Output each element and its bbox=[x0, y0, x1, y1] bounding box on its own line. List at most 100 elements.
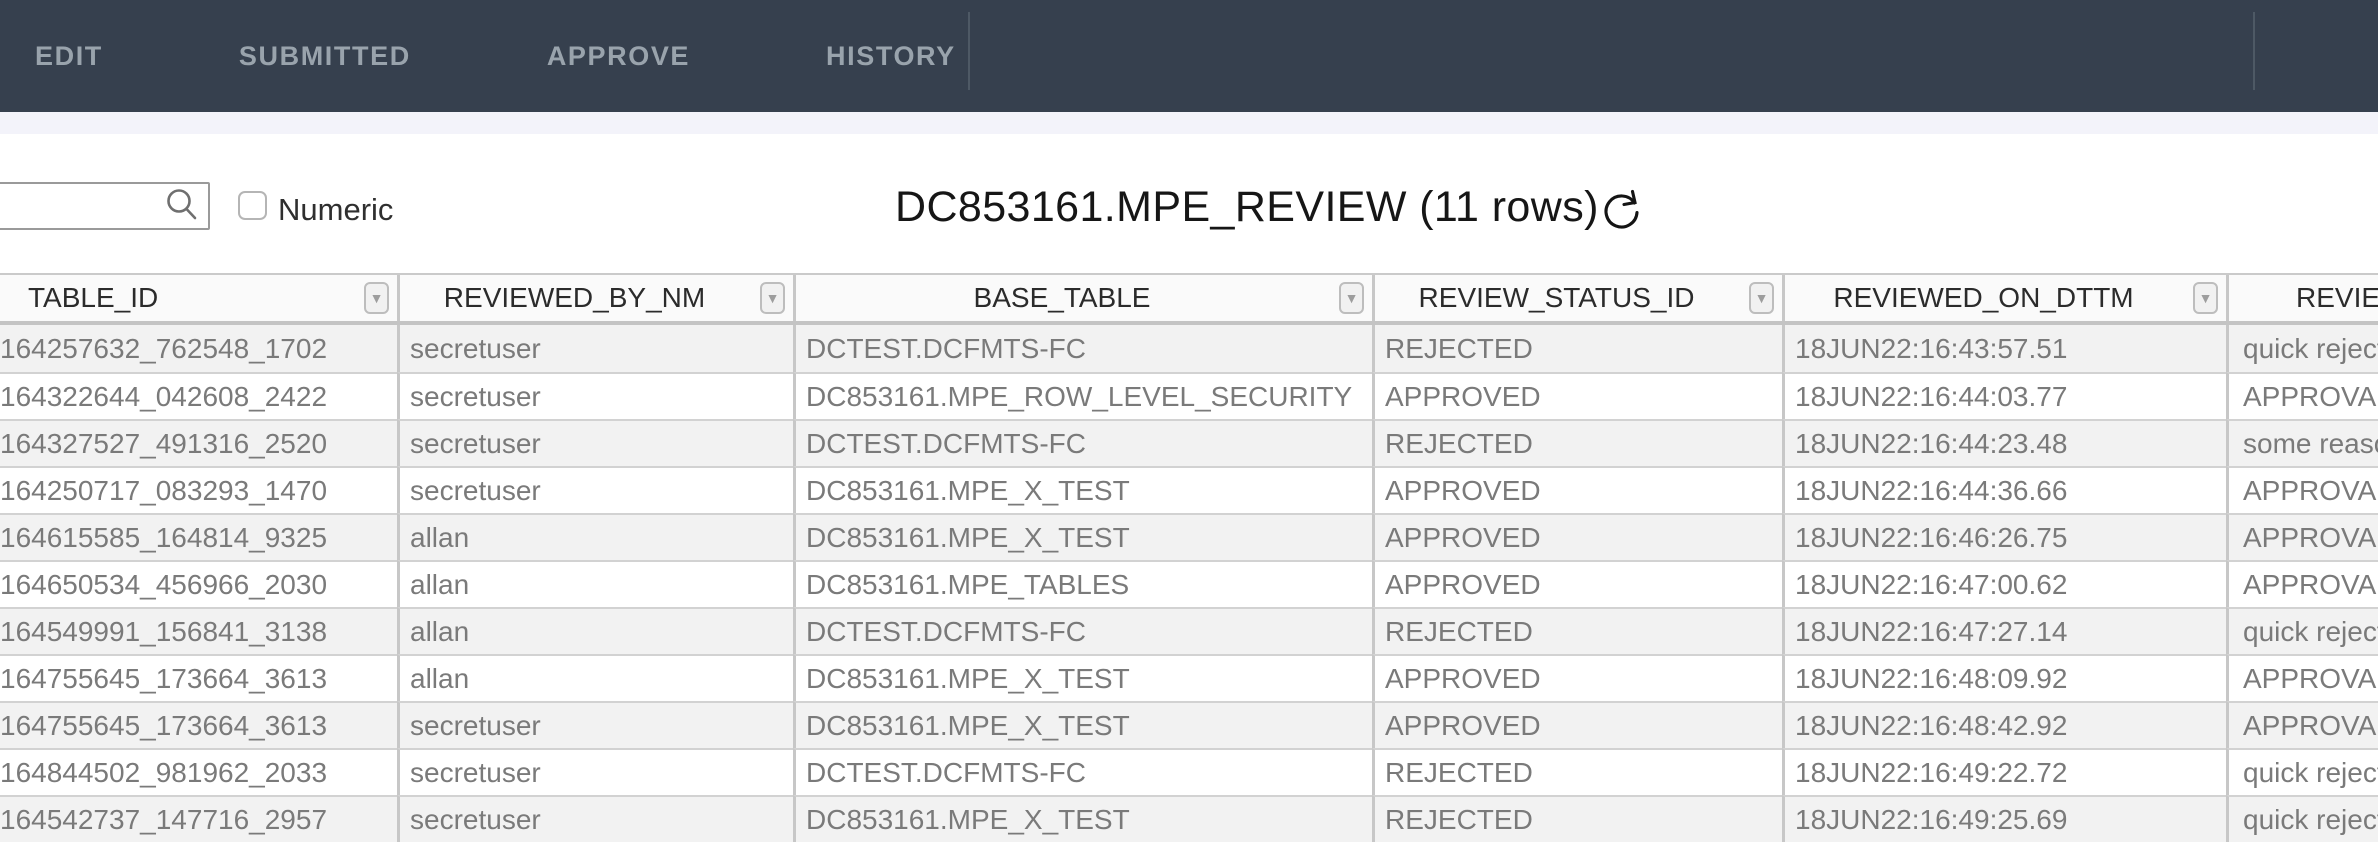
table-cell: APPROVAL bbox=[2226, 466, 2378, 513]
column-filter-button[interactable]: ▼ bbox=[364, 282, 389, 314]
column-filter-button[interactable]: ▼ bbox=[2193, 282, 2218, 314]
table-cell: secretuser bbox=[397, 748, 793, 795]
table-cell: 164327527_491316_2520 bbox=[0, 419, 397, 466]
table-row[interactable]: 164844502_981962_2033secretuserDCTEST.DC… bbox=[0, 748, 2378, 795]
table-cell: 164549991_156841_3138 bbox=[0, 607, 397, 654]
caret-down-icon: ▼ bbox=[1345, 291, 1359, 305]
grid-header-row: TABLE_ID ▼ REVIEWED_BY_NM ▼ BASE_TABLE ▼… bbox=[0, 273, 2378, 325]
table-cell: secretuser bbox=[397, 325, 793, 372]
grid-body: 164257632_762548_1702secretuserDCTEST.DC… bbox=[0, 325, 2378, 842]
table-cell: 164250717_083293_1470 bbox=[0, 466, 397, 513]
table-row[interactable]: 164542737_147716_2957secretuserDC853161.… bbox=[0, 795, 2378, 842]
table-cell: 164844502_981962_2033 bbox=[0, 748, 397, 795]
table-cell: 164615585_164814_9325 bbox=[0, 513, 397, 560]
table-cell: secretuser bbox=[397, 372, 793, 419]
table-cell: 164542737_147716_2957 bbox=[0, 795, 397, 842]
top-navbar: EDITSUBMITTEDAPPROVEHISTORY bbox=[0, 0, 2378, 112]
column-header[interactable]: REVIEWED_BY_NM ▼ bbox=[397, 275, 793, 321]
nav-tabs: EDITSUBMITTEDAPPROVEHISTORY bbox=[0, 0, 2378, 112]
column-header-label: TABLE_ID bbox=[28, 282, 158, 314]
table-cell: DC853161.MPE_X_TEST bbox=[793, 795, 1372, 842]
table-cell: DC853161.MPE_X_TEST bbox=[793, 513, 1372, 560]
table-cell: APPROVED bbox=[1372, 701, 1782, 748]
table-cell: 18JUN22:16:44:36.66 bbox=[1782, 466, 2226, 513]
table-cell: some reason bbox=[2226, 419, 2378, 466]
table-cell: 18JUN22:16:49:22.72 bbox=[1782, 748, 2226, 795]
table-cell: REJECTED bbox=[1372, 325, 1782, 372]
navbar-shadow-strip bbox=[0, 112, 2378, 134]
table-cell: DCTEST.DCFMTS-FC bbox=[793, 748, 1372, 795]
table-cell: REJECTED bbox=[1372, 795, 1782, 842]
table-cell: DC853161.MPE_TABLES bbox=[793, 560, 1372, 607]
table-row[interactable]: 164650534_456966_2030allanDC853161.MPE_T… bbox=[0, 560, 2378, 607]
column-filter-button[interactable]: ▼ bbox=[760, 282, 785, 314]
table-cell: APPROVED bbox=[1372, 372, 1782, 419]
table-row[interactable]: 164322644_042608_2422secretuserDC853161.… bbox=[0, 372, 2378, 419]
column-header[interactable]: BASE_TABLE ▼ bbox=[793, 275, 1372, 321]
nav-divider bbox=[2253, 12, 2255, 90]
table-cell: REJECTED bbox=[1372, 748, 1782, 795]
table-cell: APPROVED bbox=[1372, 466, 1782, 513]
table-cell: allan bbox=[397, 607, 793, 654]
table-cell: APPROVAL bbox=[2226, 654, 2378, 701]
table-row[interactable]: 164755645_173664_3613allanDC853161.MPE_X… bbox=[0, 654, 2378, 701]
table-cell: 18JUN22:16:44:23.48 bbox=[1782, 419, 2226, 466]
table-row[interactable]: 164755645_173664_3613secretuserDC853161.… bbox=[0, 701, 2378, 748]
table-cell: secretuser bbox=[397, 701, 793, 748]
table-cell: DC853161.MPE_X_TEST bbox=[793, 701, 1372, 748]
numeric-label[interactable]: Numeric bbox=[278, 192, 393, 228]
search-input[interactable] bbox=[0, 182, 210, 230]
column-header[interactable]: REVIEW_STATUS_ID ▼ bbox=[1372, 275, 1782, 321]
column-header-label: REVIEWED_ON_DTTM bbox=[1833, 282, 2133, 314]
table-cell: DCTEST.DCFMTS-FC bbox=[793, 419, 1372, 466]
column-header-label: REVIEW bbox=[2296, 282, 2378, 314]
data-grid: TABLE_ID ▼ REVIEWED_BY_NM ▼ BASE_TABLE ▼… bbox=[0, 273, 2378, 842]
table-cell: 18JUN22:16:47:00.62 bbox=[1782, 560, 2226, 607]
refresh-icon bbox=[1598, 186, 1644, 234]
table-cell: 164650534_456966_2030 bbox=[0, 560, 397, 607]
table-cell: secretuser bbox=[397, 419, 793, 466]
nav-tab[interactable]: SUBMITTED bbox=[171, 41, 479, 72]
numeric-checkbox[interactable] bbox=[238, 191, 267, 220]
table-row[interactable]: 164257632_762548_1702secretuserDCTEST.DC… bbox=[0, 325, 2378, 372]
table-row[interactable]: 164615585_164814_9325allanDC853161.MPE_X… bbox=[0, 513, 2378, 560]
table-cell: quick reject bbox=[2226, 795, 2378, 842]
nav-tab[interactable]: EDIT bbox=[0, 41, 171, 72]
table-cell: DCTEST.DCFMTS-FC bbox=[793, 325, 1372, 372]
nav-divider bbox=[968, 12, 970, 90]
table-cell: quick reject bbox=[2226, 748, 2378, 795]
table-row[interactable]: 164327527_491316_2520secretuserDCTEST.DC… bbox=[0, 419, 2378, 466]
table-cell: 164322644_042608_2422 bbox=[0, 372, 397, 419]
page-title: DC853161.MPE_REVIEW (11 rows) bbox=[895, 183, 1599, 232]
column-header-label: REVIEW_STATUS_ID bbox=[1419, 282, 1695, 314]
table-cell: quick reject bbox=[2226, 325, 2378, 372]
table-cell: 18JUN22:16:48:42.92 bbox=[1782, 701, 2226, 748]
column-header[interactable]: REVIEW bbox=[2226, 275, 2378, 321]
table-cell: secretuser bbox=[397, 795, 793, 842]
table-cell: 18JUN22:16:46:26.75 bbox=[1782, 513, 2226, 560]
table-cell: APPROVAL bbox=[2226, 560, 2378, 607]
refresh-button[interactable] bbox=[1598, 186, 1644, 234]
column-filter-button[interactable]: ▼ bbox=[1749, 282, 1774, 314]
table-cell: allan bbox=[397, 654, 793, 701]
table-cell: APPROVED bbox=[1372, 560, 1782, 607]
table-cell: 164257632_762548_1702 bbox=[0, 325, 397, 372]
table-cell: DCTEST.DCFMTS-FC bbox=[793, 607, 1372, 654]
table-cell: DC853161.MPE_X_TEST bbox=[793, 466, 1372, 513]
column-header[interactable]: TABLE_ID ▼ bbox=[0, 275, 397, 321]
table-cell: allan bbox=[397, 560, 793, 607]
nav-tab[interactable]: APPROVE bbox=[479, 41, 758, 72]
caret-down-icon: ▼ bbox=[370, 291, 384, 305]
column-filter-button[interactable]: ▼ bbox=[1339, 282, 1364, 314]
table-cell: allan bbox=[397, 513, 793, 560]
table-cell: DC853161.MPE_X_TEST bbox=[793, 654, 1372, 701]
caret-down-icon: ▼ bbox=[1755, 291, 1769, 305]
caret-down-icon: ▼ bbox=[2199, 291, 2213, 305]
column-header-label: REVIEWED_BY_NM bbox=[444, 282, 705, 314]
nav-tab[interactable]: HISTORY bbox=[758, 41, 1024, 72]
table-row[interactable]: 164250717_083293_1470secretuserDC853161.… bbox=[0, 466, 2378, 513]
table-cell: APPROVED bbox=[1372, 654, 1782, 701]
column-header[interactable]: REVIEWED_ON_DTTM ▼ bbox=[1782, 275, 2226, 321]
table-row[interactable]: 164549991_156841_3138allanDCTEST.DCFMTS-… bbox=[0, 607, 2378, 654]
table-cell: APPROVAL bbox=[2226, 701, 2378, 748]
